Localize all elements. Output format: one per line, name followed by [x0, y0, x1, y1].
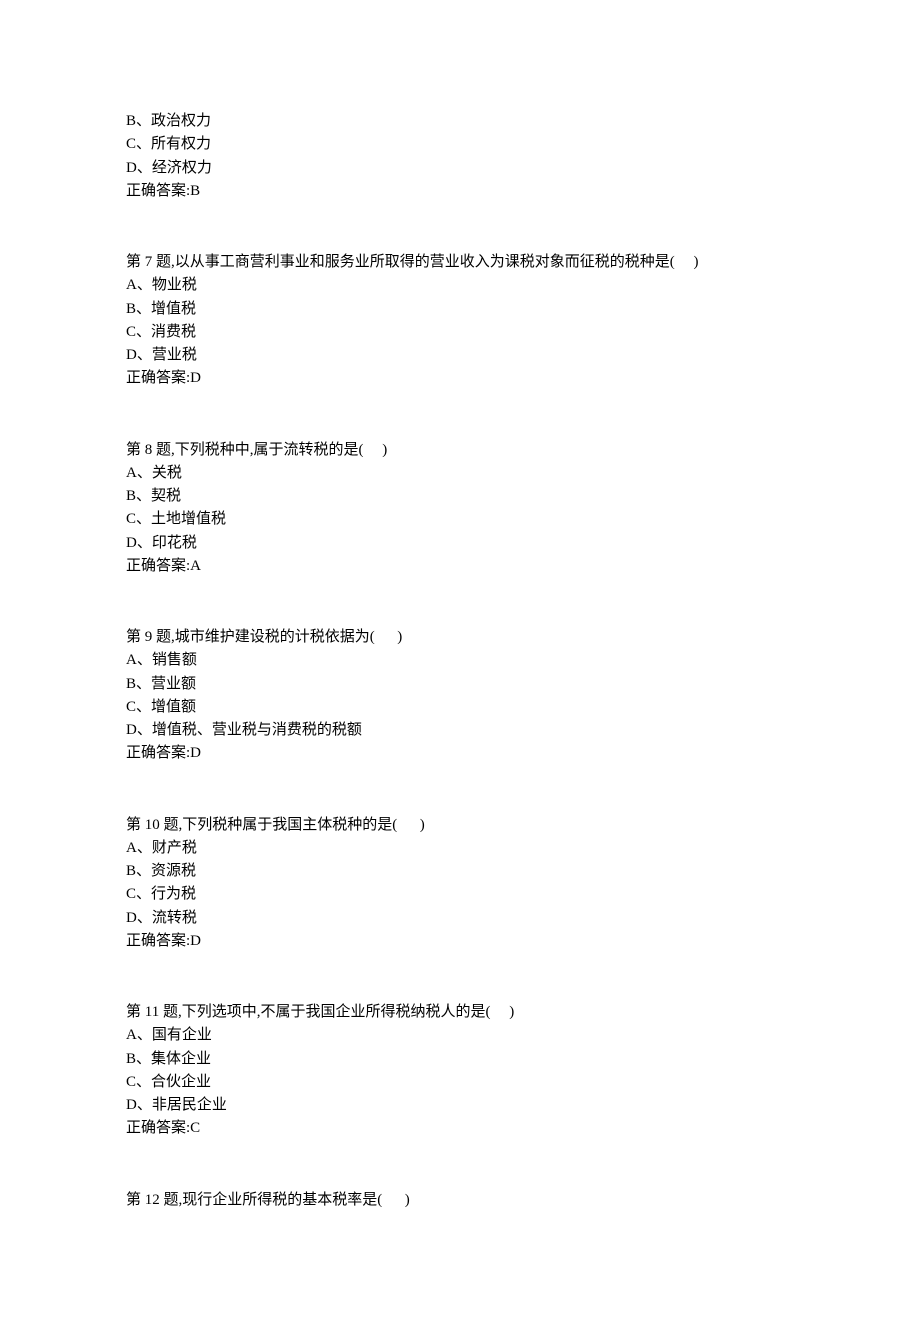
- option-line: A、物业税: [126, 274, 794, 297]
- answer-line: 正确答案:B: [126, 180, 794, 203]
- option-line: A、财产税: [126, 837, 794, 860]
- option-line: B、政治权力: [126, 110, 794, 133]
- option-line: C、增值额: [126, 696, 794, 719]
- question-stem: 第 8 题,下列税种中,属于流转税的是( ): [126, 439, 794, 462]
- question-10: 第 10 题,下列税种属于我国主体税种的是( ) A、财产税 B、资源税 C、行…: [126, 814, 794, 954]
- option-line: D、非居民企业: [126, 1094, 794, 1117]
- answer-line: 正确答案:C: [126, 1117, 794, 1140]
- question-stem: 第 7 题,以从事工商营利事业和服务业所取得的营业收入为课税对象而征税的税种是(…: [126, 251, 794, 274]
- question-11: 第 11 题,下列选项中,不属于我国企业所得税纳税人的是( ) A、国有企业 B…: [126, 1001, 794, 1141]
- option-line: D、营业税: [126, 344, 794, 367]
- option-line: D、流转税: [126, 907, 794, 930]
- question-stem: 第 12 题,现行企业所得税的基本税率是( ): [126, 1189, 794, 1212]
- answer-line: 正确答案:D: [126, 930, 794, 953]
- answer-line: 正确答案:D: [126, 367, 794, 390]
- option-line: B、契税: [126, 485, 794, 508]
- option-line: A、关税: [126, 462, 794, 485]
- question-7: 第 7 题,以从事工商营利事业和服务业所取得的营业收入为课税对象而征税的税种是(…: [126, 251, 794, 391]
- question-partial-prev: B、政治权力 C、所有权力 D、经济权力 正确答案:B: [126, 110, 794, 203]
- option-line: B、资源税: [126, 860, 794, 883]
- question-9: 第 9 题,城市维护建设税的计税依据为( ) A、销售额 B、营业额 C、增值额…: [126, 626, 794, 766]
- answer-line: 正确答案:D: [126, 742, 794, 765]
- option-line: A、销售额: [126, 649, 794, 672]
- option-line: C、行为税: [126, 883, 794, 906]
- option-line: C、合伙企业: [126, 1071, 794, 1094]
- option-line: D、增值税、营业税与消费税的税额: [126, 719, 794, 742]
- question-8: 第 8 题,下列税种中,属于流转税的是( ) A、关税 B、契税 C、土地增值税…: [126, 439, 794, 579]
- option-line: C、所有权力: [126, 133, 794, 156]
- option-line: C、土地增值税: [126, 508, 794, 531]
- question-12: 第 12 题,现行企业所得税的基本税率是( ): [126, 1189, 794, 1212]
- option-line: D、印花税: [126, 532, 794, 555]
- answer-line: 正确答案:A: [126, 555, 794, 578]
- question-stem: 第 11 题,下列选项中,不属于我国企业所得税纳税人的是( ): [126, 1001, 794, 1024]
- question-stem: 第 9 题,城市维护建设税的计税依据为( ): [126, 626, 794, 649]
- option-line: C、消费税: [126, 321, 794, 344]
- option-line: D、经济权力: [126, 157, 794, 180]
- option-line: B、增值税: [126, 298, 794, 321]
- option-line: B、营业额: [126, 673, 794, 696]
- option-line: B、集体企业: [126, 1048, 794, 1071]
- option-line: A、国有企业: [126, 1024, 794, 1047]
- question-stem: 第 10 题,下列税种属于我国主体税种的是( ): [126, 814, 794, 837]
